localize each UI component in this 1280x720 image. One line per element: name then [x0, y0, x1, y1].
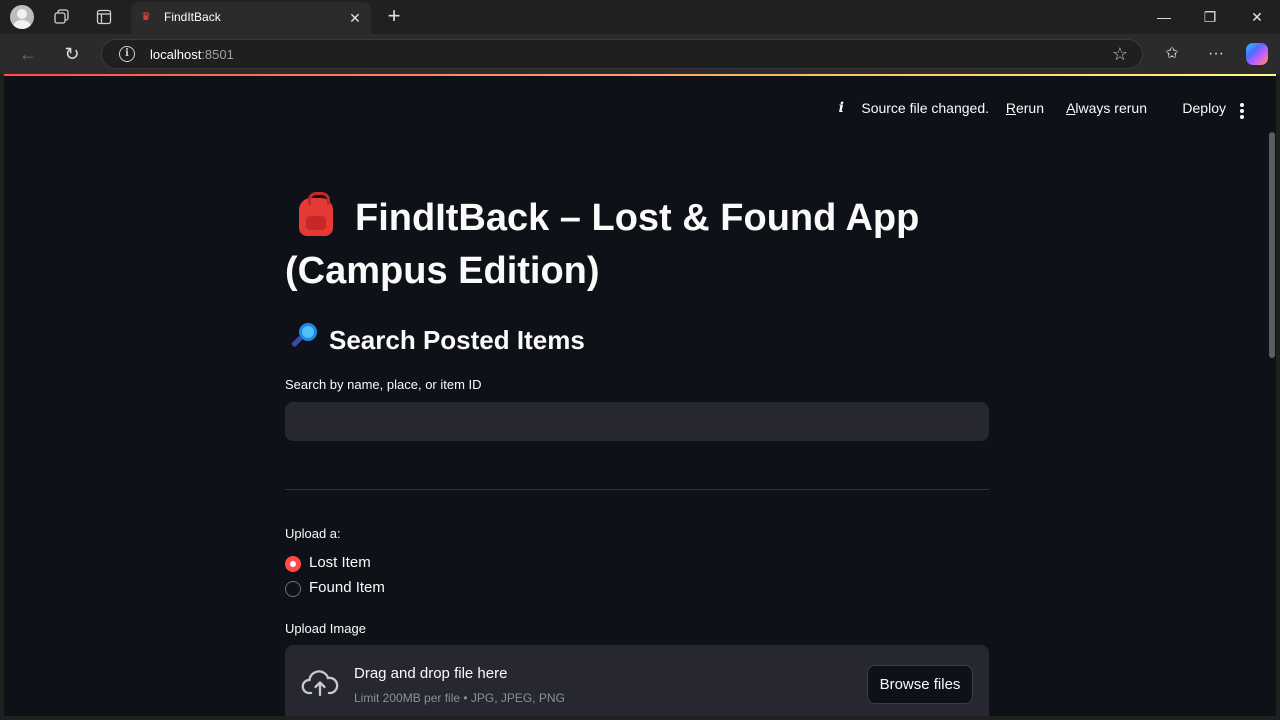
- radio-found-item-label: Found Item: [309, 579, 385, 596]
- dropzone-title: Drag and drop file here: [354, 665, 508, 682]
- browser-tab-active[interactable]: ♛ FindItBack ✕: [131, 2, 371, 34]
- favorites-icon[interactable]: ✩: [1159, 42, 1185, 66]
- divider: [285, 489, 989, 490]
- search-input[interactable]: [285, 402, 989, 441]
- copilot-icon[interactable]: [1246, 43, 1268, 65]
- restore-window-icon[interactable]: ❐: [1187, 0, 1233, 34]
- magnifying-glass-icon: [289, 323, 319, 353]
- deploy-button[interactable]: Deploy: [1182, 100, 1226, 116]
- new-tab-button[interactable]: +: [382, 4, 406, 28]
- search-label: Search by name, place, or item ID: [285, 377, 482, 392]
- url-text: localhost:8501: [150, 47, 234, 62]
- streamlit-favicon-icon: ♛: [141, 11, 151, 23]
- site-info-icon[interactable]: i: [119, 46, 135, 62]
- favorite-star-icon[interactable]: ☆: [1112, 44, 1128, 65]
- upload-image-label: Upload Image: [285, 621, 366, 636]
- more-menu-icon[interactable]: ···: [1203, 42, 1229, 66]
- main-menu-icon[interactable]: [1240, 103, 1244, 121]
- profile-avatar[interactable]: [10, 5, 34, 29]
- search-heading: Search Posted Items: [285, 322, 585, 358]
- source-info-icon: i: [838, 100, 844, 116]
- header-decoration: [4, 74, 1276, 76]
- browse-files-button[interactable]: Browse files: [867, 665, 973, 704]
- browser-tab-strip: ♛ FindItBack ✕ + — ❐ ✕: [0, 0, 1280, 34]
- page-title: FindItBack – Lost & Found App (Campus Ed…: [285, 192, 989, 298]
- back-arrow-icon[interactable]: ←: [15, 42, 41, 66]
- tab-title: FindItBack: [164, 10, 221, 24]
- source-changed-status: Source file changed.: [861, 100, 989, 116]
- radio-unselected-icon[interactable]: [285, 581, 301, 597]
- cloud-upload-icon: [301, 670, 339, 697]
- file-dropzone[interactable]: Drag and drop file here Limit 200MB per …: [285, 645, 989, 716]
- workspaces-icon[interactable]: [50, 5, 74, 29]
- always-rerun-button[interactable]: Always rerun: [1066, 100, 1147, 116]
- rerun-button[interactable]: Rerun: [1006, 100, 1044, 116]
- radio-lost-item-label: Lost Item: [309, 554, 371, 571]
- close-tab-icon[interactable]: ✕: [345, 8, 365, 28]
- search-heading-text: Search Posted Items: [329, 325, 585, 355]
- dropzone-limit: Limit 200MB per file • JPG, JPEG, PNG: [354, 691, 565, 705]
- radio-selected-icon[interactable]: [285, 556, 301, 572]
- minimize-window-icon[interactable]: —: [1141, 0, 1187, 34]
- page-title-text: FindItBack – Lost & Found App (Campus Ed…: [285, 197, 920, 292]
- close-window-icon[interactable]: ✕: [1234, 0, 1280, 34]
- backpack-icon: [297, 192, 335, 236]
- url-field[interactable]: i localhost:8501 ☆: [101, 39, 1143, 69]
- browser-address-bar: ← ↻ i localhost:8501 ☆ ✩ ···: [0, 34, 1280, 74]
- upload-type-label: Upload a:: [285, 526, 341, 541]
- app-page: i Source file changed. Rerun Always reru…: [4, 74, 1276, 716]
- tab-actions-icon[interactable]: [92, 5, 116, 29]
- page-scrollbar[interactable]: [1269, 132, 1275, 358]
- reload-icon[interactable]: ↻: [59, 42, 85, 66]
